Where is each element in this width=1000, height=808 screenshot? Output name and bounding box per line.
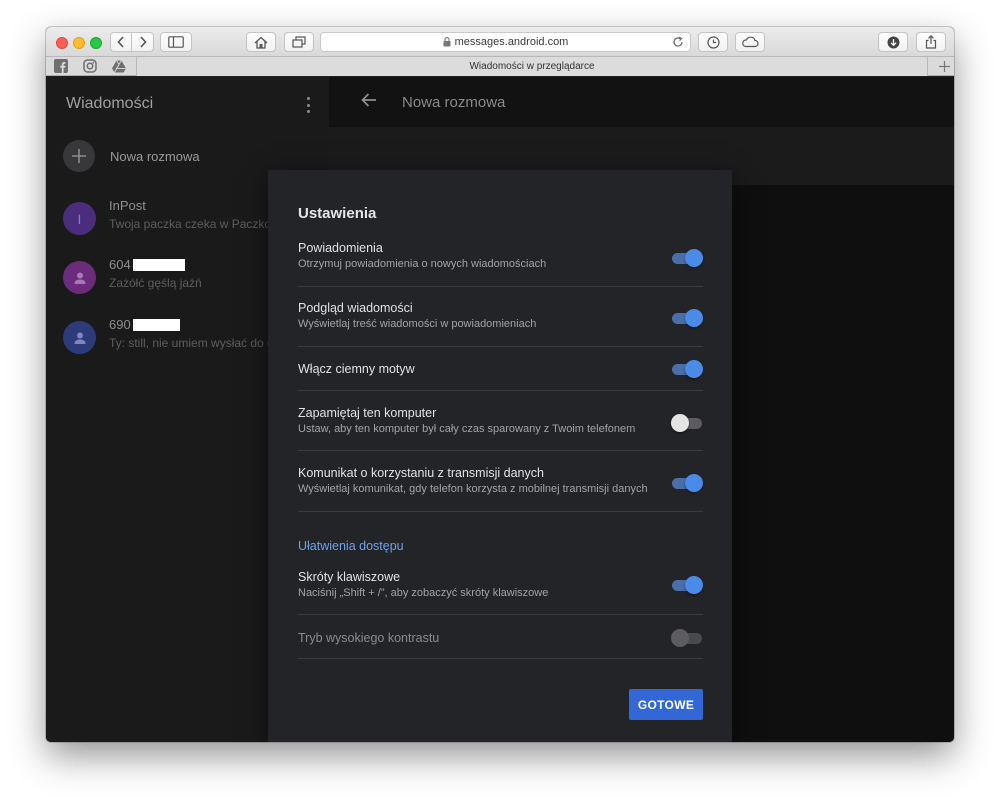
share-button[interactable] <box>916 32 946 52</box>
back-button[interactable] <box>110 32 132 52</box>
browser-toolbar: messages.android.com <box>46 27 954 57</box>
setting-description: Wyświetlaj treść wiadomości w powiadomie… <box>298 318 537 330</box>
tab-bar: Wiadomości w przeglądarce <box>46 57 954 76</box>
settings-dialog: Ustawienia Powiadomienia Otrzymuj powiad… <box>268 170 732 742</box>
setting-remember-computer[interactable]: Zapamiętaj ten komputer Ustaw, aby ten k… <box>298 405 703 445</box>
setting-title: Tryb wysokiego kontrastu <box>298 631 440 645</box>
instagram-icon[interactable] <box>83 59 97 73</box>
browser-window: messages.android.com Wiadomości w przegl… <box>46 27 954 742</box>
divider <box>298 286 703 287</box>
notifications-toggle[interactable] <box>671 249 703 267</box>
download-icon <box>887 36 899 48</box>
setting-notifications[interactable]: Powiadomienia Otrzymuj powiadomienia o n… <box>298 240 703 280</box>
conversation-snippet: Ty: still, nie umiem wysłać do ciebie <box>109 336 269 350</box>
conversation-name: InPost <box>109 198 146 213</box>
avatar-letter: I <box>77 210 82 227</box>
setting-description: Ustaw, aby ten komputer był cały czas sp… <box>298 423 636 435</box>
divider <box>298 614 703 615</box>
url-text: messages.android.com <box>454 36 569 48</box>
facebook-icon[interactable] <box>54 59 68 73</box>
arrow-back-icon[interactable] <box>361 93 377 107</box>
divider <box>298 390 703 391</box>
sidebar-icon <box>168 36 184 48</box>
setting-title: Podgląd wiadomości <box>298 301 413 315</box>
conversation-snippet: Twoja paczka czeka w Paczkomacie <box>109 217 269 231</box>
person-icon <box>74 332 85 344</box>
chevron-right-icon <box>139 36 147 48</box>
new-conversation-label: Nowa rozmowa <box>110 148 200 164</box>
plus-icon <box>938 61 950 72</box>
new-conversation-button[interactable]: Nowa rozmowa <box>63 140 200 172</box>
dialog-title: Ustawienia <box>298 205 377 222</box>
tab-title-text: Wiadomości w przeglądarce <box>469 61 595 72</box>
divider <box>298 511 703 512</box>
home-icon <box>254 36 268 49</box>
chevron-left-icon <box>117 36 124 48</box>
divider <box>298 450 703 451</box>
accessibility-heading: Ułatwienia dostępu <box>298 539 404 553</box>
dark-theme-toggle[interactable] <box>671 360 703 378</box>
downloads-button[interactable] <box>878 32 908 52</box>
setting-title: Zapamiętaj ten komputer <box>298 406 437 420</box>
conversation-name: 604 <box>109 257 185 272</box>
setting-title: Powiadomienia <box>298 241 383 255</box>
clock-icon <box>706 35 720 49</box>
message-preview-toggle[interactable] <box>671 309 703 327</box>
setting-title: Skróty klawiszowe <box>298 570 401 584</box>
conversation-name: 690 <box>109 317 180 332</box>
setting-data-usage[interactable]: Komunikat o korzystaniu z transmisji dan… <box>298 465 703 505</box>
history-button[interactable] <box>698 32 728 52</box>
zoom-window-button[interactable] <box>90 37 102 49</box>
redaction-box <box>132 258 185 271</box>
share-icon <box>925 35 937 49</box>
icloud-button[interactable] <box>735 32 765 52</box>
done-button[interactable]: GOTOWE <box>629 689 703 720</box>
setting-description: Otrzymuj powiadomienia o nowych wiadomoś… <box>298 258 547 270</box>
home-button[interactable] <box>246 32 276 52</box>
high-contrast-toggle <box>671 629 703 647</box>
plus-icon <box>63 140 95 172</box>
address-bar[interactable]: messages.android.com <box>320 32 691 52</box>
cloud-icon <box>742 36 759 48</box>
setting-keyboard-shortcuts[interactable]: Skróty klawiszowe Naciśnij „Shift + /”, … <box>298 569 703 609</box>
reload-icon[interactable] <box>672 36 684 48</box>
person-icon <box>74 272 85 284</box>
more-options-icon[interactable] <box>304 97 312 113</box>
avatar <box>63 261 96 294</box>
google-drive-icon[interactable] <box>112 59 126 73</box>
data-usage-toggle[interactable] <box>671 474 703 492</box>
minimize-window-button[interactable] <box>73 37 85 49</box>
divider <box>298 658 703 659</box>
forward-button[interactable] <box>132 32 154 52</box>
active-tab[interactable]: Wiadomości w przeglądarce <box>136 57 928 76</box>
page-title: Nowa rozmowa <box>402 94 506 111</box>
app-title: Wiadomości <box>66 95 154 112</box>
tab-overview-button[interactable] <box>284 32 314 52</box>
close-window-button[interactable] <box>56 37 68 49</box>
setting-title: Włącz ciemny motyw <box>298 362 415 376</box>
setting-dark-theme[interactable]: Włącz ciemny motyw <box>298 360 703 380</box>
lock-icon <box>443 37 451 47</box>
messages-app: Wiadomości Nowa rozmowa I InPost Twoja p… <box>46 77 954 742</box>
conversation-snippet: Zażółć gęślą jaźń <box>109 276 202 290</box>
setting-high-contrast: Tryb wysokiego kontrastu <box>298 629 703 649</box>
history-nav-group <box>110 32 155 52</box>
setting-description: Naciśnij „Shift + /”, aby zobaczyć skrót… <box>298 587 549 599</box>
remember-computer-toggle[interactable] <box>671 414 703 432</box>
avatar <box>63 321 96 354</box>
redaction-box <box>132 318 180 331</box>
sidebar-toggle-button[interactable] <box>160 32 192 52</box>
setting-message-preview[interactable]: Podgląd wiadomości Wyświetlaj treść wiad… <box>298 300 703 340</box>
keyboard-shortcuts-toggle[interactable] <box>671 576 703 594</box>
divider <box>298 346 703 347</box>
setting-title: Komunikat o korzystaniu z transmisji dan… <box>298 466 544 480</box>
setting-description: Wyświetlaj komunikat, gdy telefon korzys… <box>298 483 648 495</box>
tabs-icon <box>292 36 306 48</box>
avatar: I <box>63 202 96 235</box>
new-tab-button[interactable] <box>934 57 954 76</box>
